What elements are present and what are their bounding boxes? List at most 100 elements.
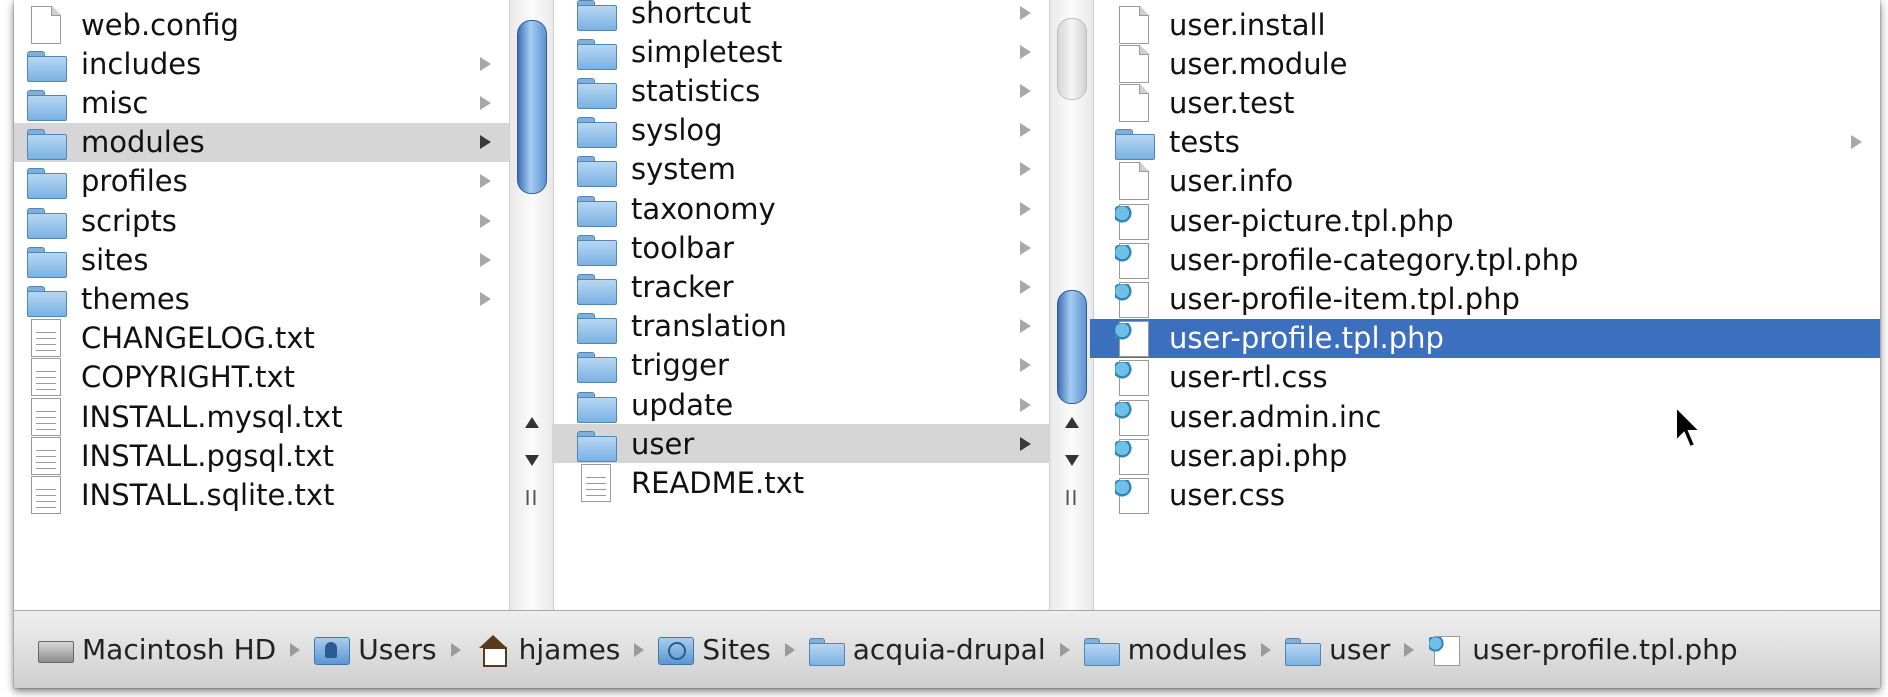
list-item-taxonomy[interactable]: taxonomy [552, 189, 1049, 228]
list-item-modules[interactable]: modules [14, 122, 509, 162]
column-resize-handle[interactable]: II [510, 478, 553, 518]
path-crumb-label: acquia-drupal [852, 633, 1046, 666]
list-item-user-profile-category-tpl-php[interactable]: user-profile-category.tpl.php [1090, 240, 1880, 279]
list-item-shortcut[interactable]: shortcut [552, 0, 1049, 32]
list-item-trigger[interactable]: trigger [552, 346, 1049, 385]
list-item-toolbar[interactable]: toolbar [552, 228, 1049, 267]
list-item-copyright-txt[interactable]: COPYRIGHT.txt [14, 358, 509, 397]
column-modules[interactable]: shortcut simpletest statistics syslog system… [552, 0, 1049, 610]
item-label: user.api.php [1169, 438, 1348, 473]
folder-icon [1083, 635, 1120, 666]
list-item-system[interactable]: system [552, 150, 1049, 189]
list-item-syslog[interactable]: syslog [552, 111, 1049, 150]
list-item-user-admin-inc[interactable]: user.admin.inc [1090, 397, 1880, 436]
disclosure-arrow-icon [1020, 123, 1031, 138]
folder-icon [575, 150, 617, 188]
disclosure-arrow-icon [480, 252, 491, 267]
arrow-up-icon [524, 416, 539, 428]
list-item-web-config[interactable]: web.config [14, 5, 509, 44]
list-item-simpletest[interactable]: simpletest [552, 32, 1049, 71]
list-item-readme-txt[interactable]: README.txt [552, 463, 1049, 502]
path-crumb-acquia-drupal[interactable]: acquia-drupal [808, 633, 1046, 666]
list-item-tracker[interactable]: tracker [552, 267, 1049, 306]
item-label: README.txt [631, 465, 805, 500]
item-label: syslog [631, 113, 723, 148]
list-item-update[interactable]: update [552, 385, 1049, 424]
list-item-user-install[interactable]: user.install [1090, 5, 1880, 44]
list-item-profiles[interactable]: profiles [14, 162, 509, 201]
folder-icon [575, 111, 617, 149]
path-crumb-modules[interactable]: modules [1083, 633, 1247, 666]
item-label: user.module [1169, 46, 1348, 81]
list-item-statistics[interactable]: statistics [552, 71, 1049, 110]
column-resize-handle[interactable]: II [1050, 478, 1093, 518]
column-root[interactable]: web.config includes misc modules profiles scr… [14, 0, 509, 610]
list-item-install-sqlite-txt[interactable]: INSTALL.sqlite.txt [14, 475, 509, 514]
list-item-install-mysql-txt[interactable]: INSTALL.mysql.txt [14, 397, 509, 436]
list-item-user-rtl-css[interactable]: user-rtl.css [1090, 358, 1880, 397]
scrollbar-thumb[interactable] [1057, 290, 1087, 404]
list-item-translation[interactable]: translation [552, 307, 1049, 346]
scrollbar-column-2[interactable]: II [1049, 0, 1094, 610]
list-item-user-profile-item-tpl-php[interactable]: user-profile-item.tpl.php [1090, 279, 1880, 318]
list-item-sites[interactable]: sites [14, 240, 509, 279]
path-separator-icon [1404, 642, 1415, 657]
scrollbar-column-1[interactable]: II [509, 0, 554, 610]
list-item-user-profile-tpl-php[interactable]: user-profile.tpl.php [1090, 318, 1880, 358]
home-icon [475, 634, 511, 667]
scroll-up-button[interactable] [510, 402, 553, 442]
path-separator-icon [784, 642, 795, 657]
list-item-misc[interactable]: misc [14, 83, 509, 122]
list-item-tests[interactable]: tests [1090, 123, 1880, 162]
hard-drive-icon [38, 635, 74, 665]
list-item-user-info[interactable]: user.info [1090, 162, 1880, 201]
path-separator-icon [1059, 642, 1070, 657]
list-item-user-picture-tpl-php[interactable]: user-picture.tpl.php [1090, 201, 1880, 240]
php-file-icon [1113, 476, 1155, 514]
file-icon [25, 5, 67, 44]
list-item-user-module[interactable]: user.module [1090, 44, 1880, 83]
folder-icon [25, 84, 67, 122]
path-crumb-macintosh-hd[interactable]: Macintosh HD [38, 633, 276, 666]
path-crumb-label: hjames [518, 633, 621, 666]
scrollbar-thumb[interactable] [517, 20, 547, 194]
file-icon [1113, 44, 1155, 83]
list-item-scripts[interactable]: scripts [14, 201, 509, 240]
list-item-changelog-txt[interactable]: CHANGELOG.txt [14, 319, 509, 358]
arrow-down-icon [1064, 454, 1079, 466]
resize-grip-icon: II [524, 486, 539, 510]
path-crumb-hjames[interactable]: hjames [475, 633, 621, 667]
list-item-user-css[interactable]: user.css [1090, 475, 1880, 514]
path-crumb-sites[interactable]: Sites [658, 633, 771, 666]
path-crumb-user-profile-tpl-php[interactable]: user-profile.tpl.php [1428, 633, 1738, 666]
php-file-icon [1113, 437, 1155, 475]
disclosure-arrow-icon [480, 95, 491, 110]
scroll-down-button[interactable] [510, 440, 553, 480]
path-crumb-users[interactable]: Users [314, 633, 437, 666]
column-user[interactable]: user.install user.module user.test tests use… [1090, 0, 1880, 610]
folder-icon [25, 280, 67, 318]
text-file-icon [25, 397, 67, 436]
item-label: user [631, 426, 695, 461]
path-separator-icon [290, 642, 301, 657]
item-label: user-rtl.css [1169, 360, 1328, 395]
disclosure-arrow-icon [1020, 44, 1031, 59]
list-item-install-pgsql-txt[interactable]: INSTALL.pgsql.txt [14, 436, 509, 475]
list-item-user-api-php[interactable]: user.api.php [1090, 436, 1880, 475]
disclosure-arrow-icon [1020, 5, 1031, 20]
list-item-themes[interactable]: themes [14, 279, 509, 318]
item-label: tests [1169, 125, 1240, 160]
folder-icon [25, 202, 67, 240]
path-crumb-user[interactable]: user [1285, 633, 1390, 666]
list-item-includes[interactable]: includes [14, 44, 509, 83]
disclosure-arrow-icon [1020, 279, 1031, 294]
disclosure-arrow-icon [1020, 397, 1031, 412]
resize-grip-icon: II [1064, 486, 1079, 510]
folder-icon [808, 635, 845, 666]
list-item-user[interactable]: user [552, 424, 1049, 464]
path-separator-icon [634, 642, 645, 657]
scroll-down-button[interactable] [1050, 440, 1093, 480]
list-item-user-test[interactable]: user.test [1090, 83, 1880, 122]
text-file-icon [25, 475, 67, 514]
scroll-up-button[interactable] [1050, 402, 1093, 442]
